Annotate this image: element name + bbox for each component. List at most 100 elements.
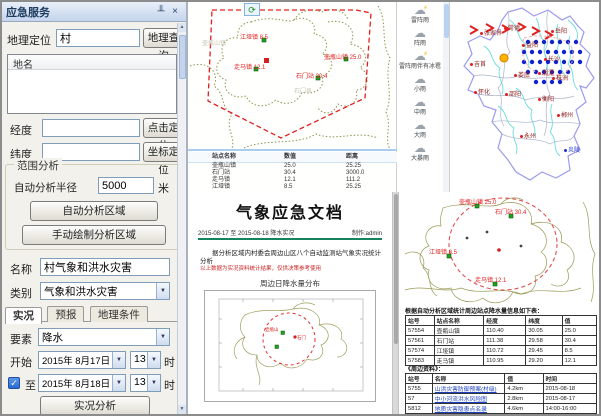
chevron-down-icon: ▼ (147, 375, 160, 391)
table-cell: 29.45 (526, 346, 562, 356)
table-row[interactable]: 石门站30.43000.0 (188, 170, 397, 177)
range-analysis-title: 范围分析 (14, 158, 62, 173)
table-row: 5755山洪灾害防御预案(村级) 4.2km2015-08-18 (406, 384, 597, 394)
auto-analyze-area-button[interactable]: 自动分析区域 (30, 201, 158, 221)
close-icon[interactable]: × (168, 6, 182, 17)
resource-link[interactable]: 地质灾害隐患点名录 (435, 407, 487, 413)
column-header[interactable]: 数值 (284, 152, 346, 162)
table-row: 57中小河流洪水风险图2.8km2015-08-17 (406, 394, 597, 404)
city-label: 张家界 (480, 31, 502, 37)
emergency-document-page[interactable]: 气象应急文档 2015-08-17 至 2015-08-18 降水实况 制作:a… (188, 192, 392, 416)
document-scrollbar[interactable] (392, 192, 399, 416)
column-header: 值 (505, 374, 543, 384)
station-table[interactable]: 站点名称数值距离壶瓶山镇25.025.25石门站30.43000.0走马镇12.… (188, 152, 397, 191)
scroll-up-icon[interactable]: ▲ (178, 23, 186, 32)
resource-link[interactable]: 中小河流洪水风险图 (435, 397, 487, 403)
table-cell: 110.40 (484, 326, 526, 336)
chevron-down-icon: ▼ (112, 352, 125, 368)
table-row: 57574江垭镇110.7229.458.5 (406, 346, 597, 356)
table-cell: 110.72 (484, 346, 526, 356)
table-cell: 30.05 (526, 326, 562, 336)
emergency-document-page2[interactable]: 壶瓶山镇 25.0石门站 30.4江垭镇 8.5走马镇 12.1 根据自动分析区… (399, 192, 601, 416)
manual-draw-area-button[interactable]: 手动绘制分析区域 (22, 225, 166, 245)
column-header: 站号 (406, 316, 435, 326)
city-label: 长沙 (544, 57, 560, 63)
table-cell: 石门站 (188, 170, 284, 177)
name-label: 名称 (10, 261, 32, 277)
table-cell: 壶瓶山镇 (434, 326, 484, 336)
place-list[interactable]: 地名 (7, 54, 177, 114)
table-cell: 30.4 (562, 336, 596, 346)
column-header[interactable]: 距离 (346, 152, 394, 162)
map-workspace: ⟳ 江垭镇 8.5走马镇 12.1石门站 30.4壶瓶山镇 25.0 壶瓶山镇石… (188, 2, 601, 192)
table-cell: 5755 (406, 384, 433, 394)
panel-scrollbar[interactable]: ▲ ▼ (177, 23, 186, 414)
table-cell: 4.6km (505, 404, 543, 414)
table-cell: 110.95 (484, 356, 526, 366)
scrollbar-thumb[interactable] (394, 194, 398, 344)
table-cell: 25.25 (346, 163, 394, 170)
table-row[interactable]: 壶瓶山镇25.025.25 (188, 163, 397, 170)
table-cell[interactable]: 中小河流洪水风险图 (432, 394, 505, 404)
end-hour-picker[interactable]: 13 ▼ (130, 374, 161, 392)
name-input[interactable] (40, 258, 170, 276)
document-author: 制作:admin (352, 228, 382, 238)
end-date-picker[interactable]: 2015年 8月18日 ▼ (38, 374, 126, 392)
longitude-input[interactable] (42, 119, 140, 137)
table-cell[interactable]: 地质灾害隐患点名录 (432, 404, 505, 414)
analysis-map[interactable]: ⟳ 江垭镇 8.5走马镇 12.1石门站 30.4壶瓶山镇 25.0 壶瓶山镇石… (188, 2, 397, 192)
weather-legend[interactable]: ☁⚡雷阵雨☁∶阵雨☁⚡雷阵雨伴有冰雹☁∶小雨☁∶∶中雨☁∶∶∶大雨☁∶∶∶∶大暴… (397, 2, 450, 192)
panel-titlebar[interactable]: 应急服务 ╨ × (2, 2, 186, 22)
station-label: 壶瓶山镇 25.0 (459, 200, 496, 207)
column-header: 经度 (484, 316, 526, 326)
column-header: 时间 (543, 374, 597, 384)
table-row[interactable]: 江垭镇8.525.25 (188, 184, 397, 191)
element-select[interactable]: 降水 ▼ (38, 328, 170, 346)
data-table: 站号站点名称经度纬度值57554壶瓶山镇110.4030.0525.057561… (405, 315, 597, 366)
column-header: 纬度 (526, 316, 562, 326)
end-time-checkbox[interactable]: ✓ (8, 377, 20, 389)
document-paragraph: 据分析区域内村委会周边山区八个自动监测站气象实况统计分析 (200, 250, 382, 266)
tab-geo-condition[interactable]: 地理条件 (90, 306, 148, 322)
table-separator (188, 149, 397, 151)
category-label: 类别 (10, 285, 32, 301)
table-row[interactable]: 走马镇12.1111.2 (188, 177, 397, 184)
start-hour-picker[interactable]: 13 ▼ (130, 351, 161, 369)
hour-unit-label: 时 (164, 354, 175, 370)
tab-forecast[interactable]: 预报 (47, 306, 84, 322)
category-select[interactable]: 气象和洪水灾害 ▼ (40, 282, 170, 300)
table-cell: 29.58 (526, 336, 562, 346)
legend-scrollbar[interactable] (443, 2, 449, 192)
run-analysis-button[interactable]: 实况分析 (40, 396, 150, 416)
radius-label: 自动分析半径 (14, 180, 77, 195)
radius-input[interactable] (98, 177, 154, 194)
scroll-down-icon[interactable]: ▼ (178, 405, 186, 414)
map-refresh-icon[interactable]: ⟳ (244, 3, 260, 16)
table-cell: 2.8km (505, 394, 543, 404)
alert-marker (264, 58, 269, 63)
column-header[interactable]: 站点名称 (188, 152, 284, 162)
table-cell: 8.5 (562, 346, 596, 356)
city-label: 永州 (520, 134, 536, 140)
heavy-rain-icon: ☁∶∶∶ (397, 118, 443, 133)
pin-icon[interactable]: ╨ (154, 6, 168, 17)
analysis-tabs: 实况 预报 地理条件 (5, 305, 183, 322)
station-label: 走马镇 12.1 (234, 65, 265, 72)
station-table-header: 站点名称数值距离 (188, 152, 397, 163)
province-map-canvas (450, 2, 601, 192)
document-date: 2015-08-17 至 2015-08-18 降水实况 (198, 228, 294, 238)
city-label: 吉首 (470, 62, 486, 68)
table-cell: 2015-08-18 (543, 384, 597, 394)
scrollbar-thumb[interactable] (179, 35, 186, 79)
column-header: 站点名称 (434, 316, 484, 326)
province-map[interactable]: 张家界常德岳阳吉首益阳长沙娄底湘潭株洲怀化邵阳衡阳郴州永州炎陵 (450, 2, 601, 192)
column-header: 名称 (432, 374, 505, 384)
scrollbar-thumb[interactable] (444, 4, 449, 38)
table-cell[interactable]: 山洪灾害防御预案(村级) (432, 384, 505, 394)
resource-link[interactable]: 山洪灾害防御预案(村级) (435, 387, 497, 393)
table-cell: 111.2 (346, 177, 394, 184)
geo-input[interactable] (56, 29, 140, 47)
tab-live[interactable]: 实况 (5, 307, 42, 324)
start-date-picker[interactable]: 2015年 8月17日 ▼ (38, 351, 126, 369)
table-cell: 4.2km (505, 384, 543, 394)
